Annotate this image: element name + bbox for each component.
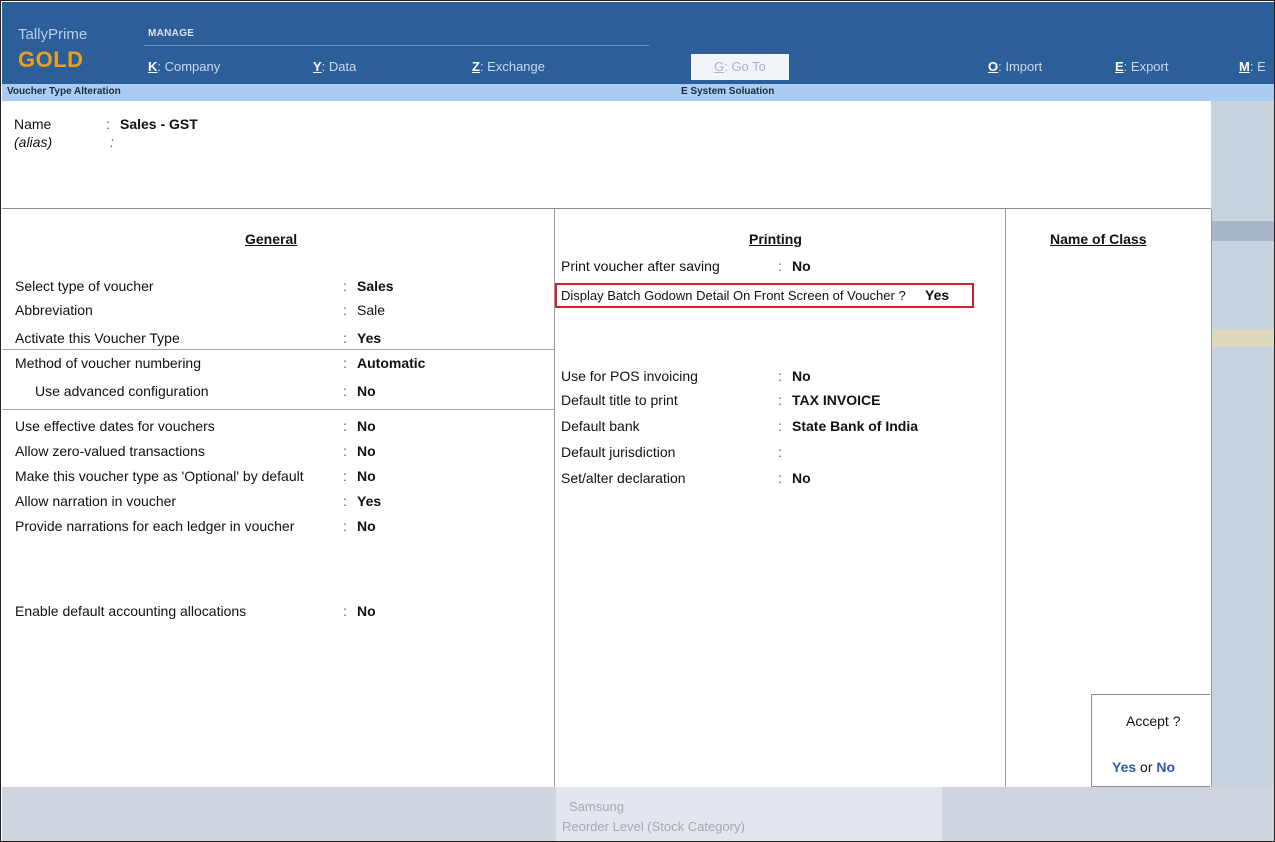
general-row-label: Use effective dates for vouchers bbox=[15, 418, 215, 434]
declaration-field[interactable]: No bbox=[792, 470, 811, 486]
background-text: Samsung bbox=[569, 799, 624, 814]
highlight-annotation bbox=[555, 283, 974, 308]
name-section: Name : Sales - GST (alias) : bbox=[2, 101, 1211, 209]
effective-dates-field[interactable]: No bbox=[357, 418, 376, 434]
general-row-label: Make this voucher type as 'Optional' by … bbox=[15, 468, 304, 484]
zero-valued-field[interactable]: No bbox=[357, 443, 376, 459]
printing-row-label: Set/alter declaration bbox=[561, 470, 686, 486]
printing-row-label: Default title to print bbox=[561, 392, 678, 408]
background-text: Reorder Level (Stock Category) bbox=[562, 819, 745, 834]
accept-yes-button[interactable]: Yes bbox=[1112, 759, 1136, 775]
default-title-field[interactable]: TAX INVOICE bbox=[792, 392, 880, 408]
advanced-config-field[interactable]: No bbox=[357, 383, 376, 399]
class-title: Name of Class bbox=[1050, 231, 1147, 247]
section-divider bbox=[2, 349, 554, 350]
general-row-label: Abbreviation bbox=[15, 302, 93, 318]
voucher-type-alteration-screen: TallyPrime GOLD MANAGE K: Company Y: Dat… bbox=[0, 0, 1275, 842]
ledger-narration-field[interactable]: No bbox=[357, 518, 376, 534]
menu-exchange[interactable]: Z: Exchange bbox=[472, 59, 545, 74]
abbreviation-field[interactable]: Sale bbox=[357, 302, 385, 318]
manage-section-label: MANAGE bbox=[148, 28, 195, 39]
print-after-saving-field[interactable]: No bbox=[792, 258, 811, 274]
section-divider bbox=[2, 409, 554, 410]
accept-no-button[interactable]: No bbox=[1156, 759, 1175, 775]
menu-goto[interactable]: G: Go To bbox=[691, 54, 789, 80]
printing-title: Printing bbox=[749, 231, 802, 247]
general-panel: General Select type of voucher : Sales A… bbox=[2, 209, 555, 787]
accept-options: Yes or No bbox=[1112, 759, 1175, 775]
general-row-label: Activate this Voucher Type bbox=[15, 330, 180, 346]
accounting-allocations-field[interactable]: No bbox=[357, 603, 376, 619]
background-panel bbox=[1211, 101, 1274, 787]
general-row-label: Enable default accounting allocations bbox=[15, 603, 247, 619]
name-label: Name bbox=[14, 116, 52, 132]
general-row-label: Method of voucher numbering bbox=[15, 355, 201, 371]
general-row-label: Select type of voucher bbox=[15, 278, 154, 294]
general-row-label: Provide narrations for each ledger in vo… bbox=[15, 518, 295, 534]
accept-dialog: Accept ? Yes or No bbox=[1091, 694, 1210, 787]
menu-data[interactable]: Y: Data bbox=[313, 59, 356, 74]
menu-company[interactable]: K: Company bbox=[148, 59, 220, 74]
numbering-method-field[interactable]: Automatic bbox=[357, 355, 425, 371]
alias-label: (alias) bbox=[14, 134, 53, 150]
background-screen: Samsung Reorder Level (Stock Category) bbox=[2, 787, 1274, 841]
general-row-label: Use advanced configuration bbox=[35, 383, 209, 399]
subtitle-bar: Voucher Type Alteration E System Soluati… bbox=[2, 84, 1274, 101]
menu-email[interactable]: M: E bbox=[1239, 59, 1266, 74]
name-field[interactable]: Sales - GST bbox=[120, 116, 198, 132]
app-name: TallyPrime bbox=[18, 26, 88, 43]
top-bar: TallyPrime GOLD MANAGE K: Company Y: Dat… bbox=[2, 2, 1274, 84]
company-name: E System Soluation bbox=[681, 86, 775, 97]
menu-import[interactable]: O: Import bbox=[988, 59, 1042, 74]
manage-divider bbox=[144, 45, 649, 46]
menu-export[interactable]: E: Export bbox=[1115, 59, 1168, 74]
app-edition: GOLD bbox=[18, 47, 84, 72]
printing-row-label: Default jurisdiction bbox=[561, 444, 676, 460]
printing-row-label: Default bank bbox=[561, 418, 640, 434]
general-row-label: Allow zero-valued transactions bbox=[15, 443, 205, 459]
print-after-saving-label: Print voucher after saving bbox=[561, 258, 720, 274]
optional-default-field[interactable]: No bbox=[357, 468, 376, 484]
screen-title: Voucher Type Alteration bbox=[7, 86, 121, 97]
voucher-type-field[interactable]: Sales bbox=[357, 278, 394, 294]
general-title: General bbox=[245, 231, 298, 247]
accept-question: Accept ? bbox=[1126, 713, 1181, 729]
pos-invoicing-field[interactable]: No bbox=[792, 368, 811, 384]
default-bank-field[interactable]: State Bank of India bbox=[792, 418, 918, 434]
printing-row-label: Use for POS invoicing bbox=[561, 368, 698, 384]
activate-field[interactable]: Yes bbox=[357, 330, 381, 346]
narration-field[interactable]: Yes bbox=[357, 493, 381, 509]
accept-or-text: or bbox=[1140, 759, 1153, 775]
general-row-label: Allow narration in voucher bbox=[15, 493, 177, 509]
